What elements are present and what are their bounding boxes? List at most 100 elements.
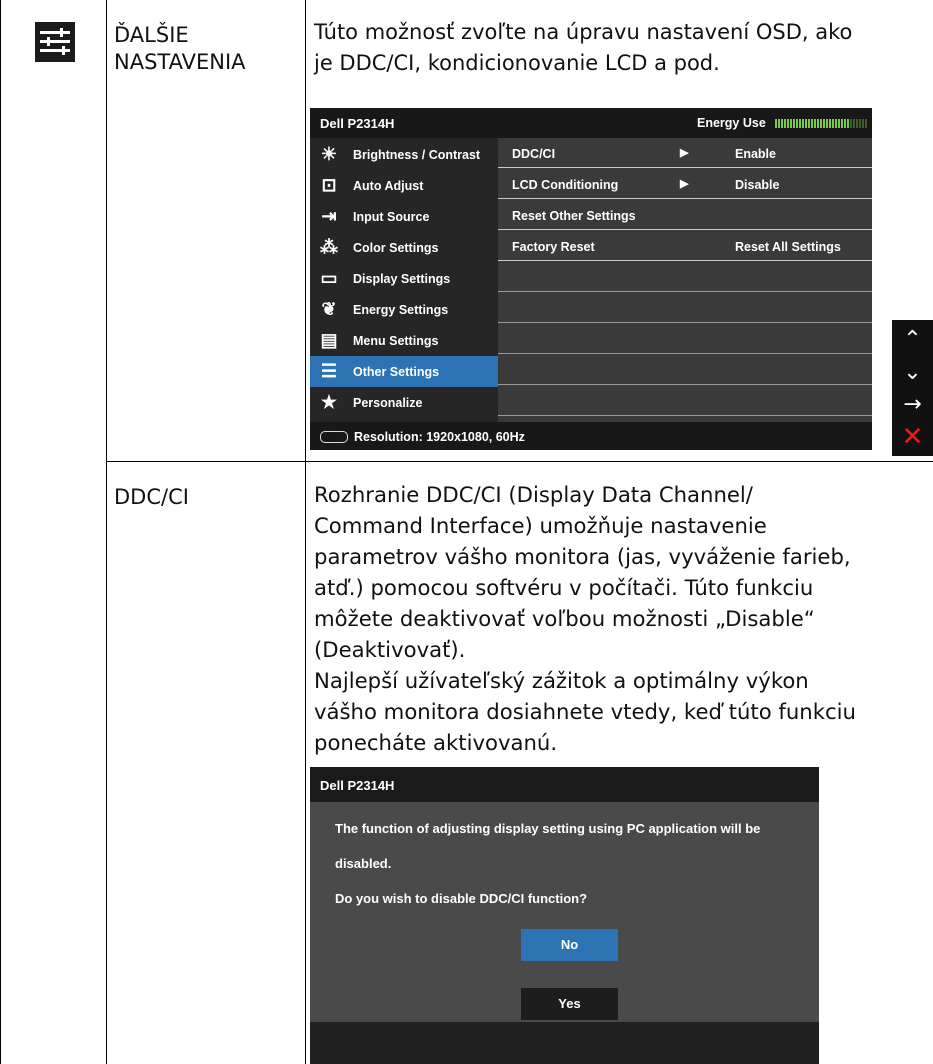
osd-title: Dell P2314H — [320, 116, 395, 131]
energy-segment — [820, 119, 822, 128]
input-source-icon: ⇥ — [321, 206, 337, 226]
submenu-row[interactable]: Reset Other Settings — [498, 200, 872, 230]
table-row-divider — [106, 461, 933, 462]
submenu-empty-row — [498, 355, 872, 385]
osd-submenu: DDC/CI ▶ Enable LCD Conditioning ▶ Disable Res… — [498, 138, 872, 422]
row-description-ddcci: Rozhranie DDC/CI (Display Data Channel/C… — [314, 479, 856, 758]
menu-item-label: Input Source — [353, 210, 430, 224]
row-label-other-settings: ĎALŠIE NASTAVENIA — [114, 23, 246, 74]
star-icon: ★ — [320, 392, 338, 412]
description-line: môžete deaktivovať voľbou možnosti „Disa… — [314, 606, 815, 631]
dialog-question: Do you wish to disable DDC/CI function? — [335, 891, 588, 906]
description-line: ponecháte aktivovanú. — [314, 730, 558, 755]
table-border-col1 — [106, 0, 107, 1064]
close-icon[interactable]: ✕ — [892, 422, 933, 453]
submenu-label: Reset Other Settings — [512, 209, 636, 223]
color-settings-icon: ⁂ — [320, 237, 338, 257]
energy-segment — [802, 119, 804, 128]
menu-item-label: Other Settings — [353, 365, 440, 379]
dialog-message-line2: disabled. — [335, 856, 392, 871]
other-settings-icon — [35, 22, 75, 62]
table-border-left — [0, 0, 1, 1064]
description-line: Command Interface) umožňuje nastavenie — [314, 513, 767, 538]
connector-icon — [320, 431, 348, 443]
osd-header: Dell P2314H Energy Use — [310, 108, 872, 138]
play-arrow-icon: ▶ — [680, 178, 689, 190]
energy-segment — [799, 119, 801, 128]
dialog-message-line1: The function of adjusting display settin… — [335, 821, 761, 836]
other-settings-icon: ☰ — [320, 361, 338, 381]
brightness-icon: ☀ — [320, 144, 338, 164]
menu-settings-icon: ▤ — [320, 330, 338, 350]
energy-segment — [823, 119, 825, 128]
energy-segment — [838, 119, 840, 128]
description-line: (Deaktivovať). — [314, 637, 466, 662]
energy-use-meter — [775, 119, 867, 128]
menu-item[interactable]: ▭ Display Settings — [310, 263, 498, 294]
dialog-footer — [310, 1022, 819, 1064]
menu-item[interactable]: ⇥ Input Source — [310, 201, 498, 232]
osd-nav-buttons: ⌃ ⌄ → ✕ — [892, 320, 933, 456]
menu-item-label: Menu Settings — [353, 334, 439, 348]
description-line: atď.) pomocou softvéru v počítači. Túto … — [314, 575, 814, 600]
description-line: Rozhranie DDC/CI (Display Data Channel/ — [314, 482, 753, 507]
dialog-title: Dell P2314H — [320, 778, 395, 793]
submenu-value: Reset All Settings — [735, 240, 841, 254]
up-arrow-icon[interactable]: ⌃ — [892, 324, 933, 355]
menu-item-label: Auto Adjust — [353, 179, 424, 193]
energy-segment — [775, 119, 777, 128]
energy-settings-icon: ❦ — [321, 299, 337, 319]
submenu-empty-row — [498, 293, 872, 323]
submenu-row[interactable]: LCD Conditioning ▶ Disable — [498, 169, 872, 199]
energy-segment — [796, 119, 798, 128]
energy-segment — [793, 119, 795, 128]
dialog-header: Dell P2314H — [310, 767, 819, 802]
menu-item[interactable]: ⁂ Color Settings — [310, 232, 498, 263]
energy-segment — [865, 119, 867, 128]
energy-segment — [829, 119, 831, 128]
energy-segment — [832, 119, 834, 128]
menu-item[interactable]: ☀ Brightness / Contrast — [310, 139, 498, 170]
ddcci-dialog: Dell P2314H The function of adjusting di… — [310, 767, 819, 1064]
menu-item[interactable]: ★ Personalize — [310, 387, 498, 418]
energy-segment — [805, 119, 807, 128]
menu-item-label: Personalize — [353, 396, 423, 410]
row-description-other-settings: Túto možnosť zvoľte na úpravu nastavení … — [314, 20, 853, 75]
energy-segment — [853, 119, 855, 128]
osd-footer: Resolution: 1920x1080, 60Hz — [310, 422, 872, 450]
submenu-empty-row — [498, 262, 872, 292]
energy-segment — [856, 119, 858, 128]
energy-segment — [790, 119, 792, 128]
menu-item-label: Energy Settings — [353, 303, 449, 317]
submenu-label: LCD Conditioning — [512, 178, 619, 192]
energy-segment — [817, 119, 819, 128]
energy-use-label: Energy Use — [697, 116, 766, 130]
energy-segment — [814, 119, 816, 128]
menu-item[interactable]: ☰ Other Settings — [310, 356, 498, 387]
energy-segment — [835, 119, 837, 128]
description-line: parametrov vášho monitora (jas, vyváženi… — [314, 544, 851, 569]
submenu-empty-row — [498, 324, 872, 354]
submenu-value: Disable — [735, 178, 780, 192]
submenu-row[interactable]: Factory Reset Reset All Settings — [498, 231, 872, 261]
energy-segment — [808, 119, 810, 128]
yes-button[interactable]: Yes — [521, 988, 618, 1020]
right-arrow-icon[interactable]: → — [892, 389, 933, 420]
down-arrow-icon[interactable]: ⌄ — [892, 357, 933, 388]
energy-segment — [850, 119, 852, 128]
energy-segment — [811, 119, 813, 128]
display-settings-icon: ▭ — [320, 268, 338, 288]
menu-item-label: Display Settings — [353, 272, 451, 286]
menu-item[interactable]: ⊡ Auto Adjust — [310, 170, 498, 201]
menu-item[interactable]: ❦ Energy Settings — [310, 294, 498, 325]
submenu-value: Enable — [735, 147, 776, 161]
submenu-label: DDC/CI — [512, 147, 556, 161]
energy-segment — [778, 119, 780, 128]
menu-item-label: Brightness / Contrast — [353, 148, 481, 162]
no-button[interactable]: No — [521, 929, 618, 961]
energy-segment — [844, 119, 846, 128]
description-line: Najlepší užívateľský zážitok a optimálny… — [314, 668, 809, 693]
submenu-row[interactable]: DDC/CI ▶ Enable — [498, 138, 872, 168]
menu-item[interactable]: ▤ Menu Settings — [310, 325, 498, 356]
auto-adjust-icon: ⊡ — [321, 175, 337, 195]
